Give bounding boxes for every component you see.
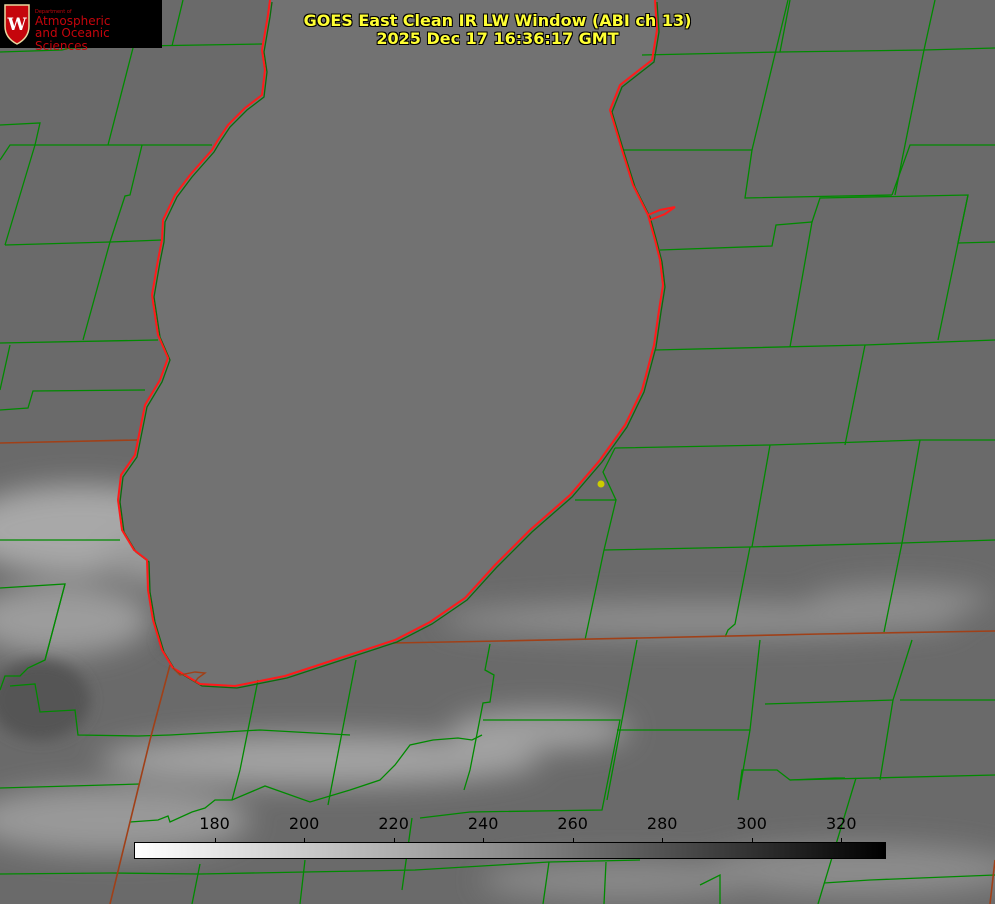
colorbar-tick-mark [394,838,395,843]
colorbar-tick-label: 300 [736,814,767,833]
image-title: GOES East Clean IR LW Window (ABI ch 13) [303,11,692,30]
colorbar-tick-label: 180 [199,814,230,833]
colorbar-tick-label: 220 [378,814,409,833]
colorbar-tick-label: 320 [825,814,857,833]
image-timestamp: 2025 Dec 17 16:36:17 GMT [376,29,619,48]
colorbar-tick-mark [304,838,305,843]
colorbar-tick-label: 260 [557,814,588,833]
colorbar-tick-label: 280 [646,814,678,833]
colorbar-tick-label: 200 [288,814,320,833]
colorbar-tick-mark [483,838,484,843]
colorbar-tick-mark [841,838,842,843]
colorbar-tick-mark [752,838,753,843]
map-layer [0,0,995,904]
colorbar-tick-mark [662,838,663,843]
location-marker [597,480,605,488]
colorbar-tick-mark [573,838,574,843]
colorbar-tick-mark [215,838,216,843]
colorbar [134,842,886,859]
colorbar-tick-label: 240 [467,814,499,833]
satellite-image-viewer: W Department of Atmospheric and Oceanic … [0,0,995,904]
